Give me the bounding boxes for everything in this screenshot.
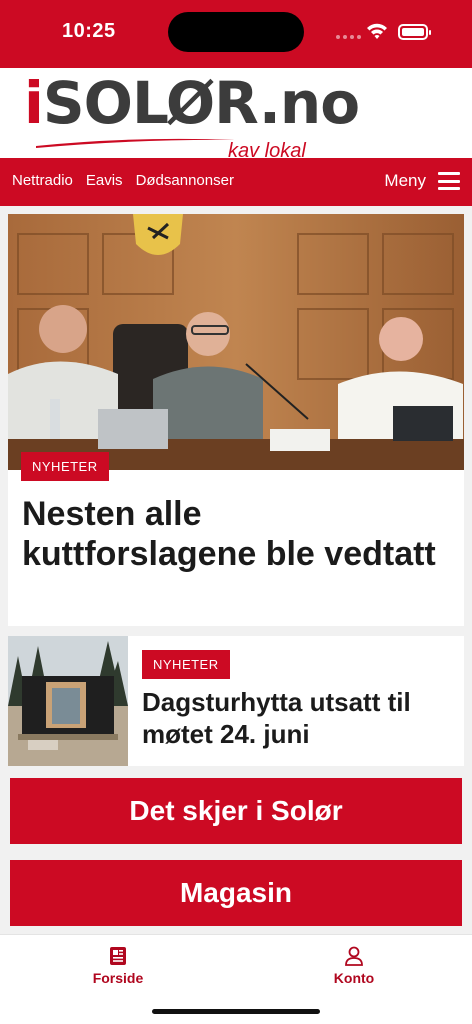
top-navigation: Nettradio Eavis Dødsannonser Meny	[0, 158, 472, 206]
tab-label: Konto	[333, 970, 375, 986]
dynamic-island	[168, 12, 304, 52]
section-button-magazine[interactable]: Magasin	[10, 860, 462, 926]
nav-link-nettradio[interactable]: Nettradio	[12, 172, 73, 189]
menu-button[interactable]: Meny	[384, 171, 460, 191]
person-icon	[345, 946, 363, 966]
tab-konto[interactable]: Konto	[304, 945, 404, 986]
site-logo[interactable]: iSOLØR.no kav lokal	[24, 74, 360, 162]
article-title[interactable]: Dagsturhytta utsatt til møtet 24. juni	[142, 686, 454, 750]
menu-label: Meny	[384, 171, 426, 190]
signal-icon	[336, 35, 361, 39]
article-title[interactable]: Nesten alle kuttforslagene ble vedtatt	[22, 494, 442, 574]
article-card-main[interactable]: NYHETER Nesten alle kuttforslagene ble v…	[8, 214, 464, 626]
tab-label: Forside	[92, 970, 144, 986]
article-thumbnail-cabin	[8, 636, 128, 766]
hamburger-icon	[438, 172, 460, 190]
nav-link-dodsannonser[interactable]: Dødsannonser	[136, 172, 234, 189]
home-indicator	[152, 1009, 320, 1014]
article-photo-council-meeting	[8, 214, 464, 470]
wifi-icon	[367, 23, 387, 39]
site-header: iSOLØR.no kav lokal	[0, 68, 472, 162]
article-card-secondary[interactable]: NYHETER Dagsturhytta utsatt til møtet 24…	[8, 636, 464, 766]
status-bar: 10:25	[0, 0, 472, 68]
logo-swoosh	[36, 138, 236, 148]
nav-link-eavis[interactable]: Eavis	[86, 172, 123, 189]
tab-forside[interactable]: Forside	[68, 945, 168, 986]
category-badge: NYHETER	[142, 650, 230, 679]
category-badge: NYHETER	[21, 452, 109, 481]
section-button-events[interactable]: Det skjer i Solør	[10, 778, 462, 844]
battery-icon	[398, 24, 431, 40]
newspaper-icon	[110, 947, 126, 965]
status-time: 10:25	[62, 20, 116, 42]
